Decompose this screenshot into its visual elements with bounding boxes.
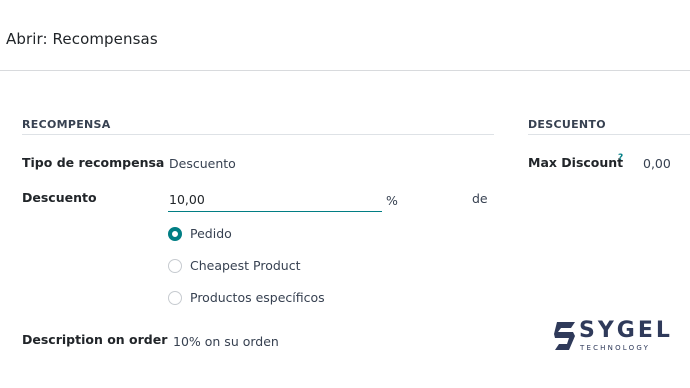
radio-option-order-label: Pedido <box>190 226 232 241</box>
radio-unchecked-icon[interactable] <box>168 290 182 305</box>
discount-section-divider <box>528 134 690 135</box>
max-discount-label: Max Discount <box>528 155 624 170</box>
modal-header: Abrir: Recompensas <box>0 0 690 71</box>
modal-title: Abrir: Recompensas <box>6 30 158 48</box>
reward-type-value[interactable]: Descuento <box>169 156 236 171</box>
radio-option-cheapest-product-label: Cheapest Product <box>190 258 301 273</box>
discount-label: Descuento <box>22 190 97 205</box>
reward-section-divider <box>22 134 494 135</box>
sygel-logo-word: SYGEL <box>579 318 673 343</box>
description-value[interactable]: 10% on su orden <box>173 334 279 349</box>
discount-section-title: DESCUENTO <box>528 118 606 131</box>
sygel-logo-mark-icon <box>554 322 575 350</box>
radio-unchecked-icon[interactable] <box>168 258 182 273</box>
help-tooltip-icon[interactable]: ? <box>618 153 623 163</box>
reward-type-label: Tipo de recompensa <box>22 155 165 170</box>
sygel-logo-subtitle: TECHNOLOGY <box>580 344 651 352</box>
discount-input[interactable] <box>168 187 382 211</box>
discount-suffix: de <box>472 191 488 206</box>
radio-option-specific-products-label: Productos específicos <box>190 290 325 305</box>
description-label: Description on order <box>22 332 168 347</box>
discount-input-wrapper <box>168 187 382 212</box>
radio-option-specific-products[interactable]: Productos específicos <box>168 290 325 305</box>
sygel-logo: SYGEL TECHNOLOGY <box>553 318 670 354</box>
reward-section-title: RECOMPENSA <box>22 118 111 131</box>
max-discount-value[interactable]: 0,00 <box>643 156 671 171</box>
radio-option-order[interactable]: Pedido <box>168 226 232 241</box>
radio-option-cheapest-product[interactable]: Cheapest Product <box>168 258 300 273</box>
discount-unit: % <box>386 193 398 208</box>
radio-checked-icon[interactable] <box>168 226 182 241</box>
